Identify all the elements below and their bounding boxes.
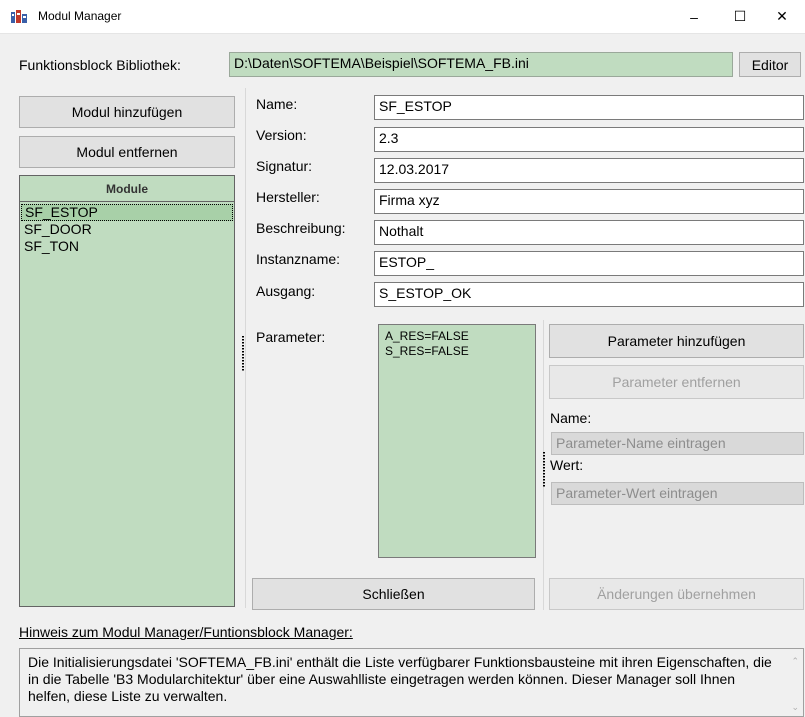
remove-parameter-button[interactable]: Parameter entfernen bbox=[549, 365, 804, 399]
param-name-label: Name: bbox=[550, 410, 592, 426]
signature-field[interactable]: 12.03.2017 bbox=[374, 158, 804, 183]
add-parameter-button[interactable]: Parameter hinzufügen bbox=[549, 324, 804, 358]
window-title: Modul Manager bbox=[38, 9, 122, 23]
param-name-field[interactable]: Parameter-Name eintragen bbox=[551, 432, 804, 455]
module-list-header: Module bbox=[20, 176, 234, 202]
app-icon bbox=[11, 10, 27, 23]
title-bar: Modul Manager – ☐ ✕ bbox=[0, 0, 805, 34]
close-button[interactable]: Schließen bbox=[252, 578, 535, 610]
apply-changes-button[interactable]: Änderungen übernehmen bbox=[549, 578, 804, 610]
module-name-field[interactable]: SF_ESTOP bbox=[374, 95, 804, 120]
description-field[interactable]: Nothalt bbox=[374, 220, 804, 245]
maximize-button[interactable]: ☐ bbox=[717, 0, 763, 33]
parameter-list[interactable]: A_RES=FALSE S_RES=FALSE bbox=[378, 324, 536, 558]
close-window-button[interactable]: ✕ bbox=[759, 0, 805, 33]
scroll-up-icon[interactable]: ⌃ bbox=[791, 653, 799, 670]
add-module-button[interactable]: Modul hinzufügen bbox=[19, 96, 235, 128]
left-splitter-grip[interactable] bbox=[242, 336, 244, 372]
editor-button[interactable]: Editor bbox=[739, 52, 801, 77]
description-label: Beschreibung: bbox=[256, 220, 346, 236]
close-icon: ✕ bbox=[776, 8, 788, 24]
parameter-list-item[interactable]: A_RES=FALSE bbox=[385, 329, 535, 344]
left-splitter[interactable] bbox=[245, 88, 246, 608]
hint-title: Hinweis zum Modul Manager/Funtionsblock … bbox=[19, 624, 353, 640]
library-path-field[interactable]: D:\Daten\SOFTEMA\Beispiel\SOFTEMA_FB.ini bbox=[229, 52, 733, 77]
output-label: Ausgang: bbox=[256, 283, 316, 299]
manufacturer-field[interactable]: Firma xyz bbox=[374, 189, 804, 214]
right-splitter-grip[interactable] bbox=[543, 452, 545, 488]
manufacturer-label: Hersteller: bbox=[256, 189, 320, 205]
param-value-label: Wert: bbox=[550, 457, 584, 473]
version-field[interactable]: 2.3 bbox=[374, 127, 804, 152]
parameter-list-item[interactable]: S_RES=FALSE bbox=[385, 344, 535, 359]
remove-module-button[interactable]: Modul entfernen bbox=[19, 136, 235, 168]
minimize-icon: – bbox=[690, 8, 698, 25]
scroll-down-icon[interactable]: ⌄ bbox=[791, 699, 799, 716]
output-field[interactable]: S_ESTOP_OK bbox=[374, 282, 804, 307]
version-label: Version: bbox=[256, 127, 307, 143]
module-list-item[interactable]: SF_ESTOP bbox=[21, 204, 233, 221]
param-value-field[interactable]: Parameter-Wert eintragen bbox=[551, 482, 804, 505]
hint-text: Die Initialisierungsdatei 'SOFTEMA_FB.in… bbox=[28, 654, 772, 704]
module-list[interactable]: Module SF_ESTOP SF_DOOR SF_TON bbox=[19, 175, 235, 607]
module-list-item[interactable]: SF_DOOR bbox=[20, 221, 234, 238]
signature-label: Signatur: bbox=[256, 158, 313, 174]
library-label: Funktionsblock Bibliothek: bbox=[19, 57, 181, 73]
parameter-label: Parameter: bbox=[256, 329, 326, 345]
instance-name-field[interactable]: ESTOP_ bbox=[374, 251, 804, 276]
minimize-button[interactable]: – bbox=[671, 0, 717, 33]
instance-name-label: Instanzname: bbox=[256, 251, 341, 267]
maximize-icon: ☐ bbox=[733, 8, 747, 24]
module-list-item[interactable]: SF_TON bbox=[20, 238, 234, 255]
name-label: Name: bbox=[256, 96, 298, 112]
hint-textbox[interactable]: Die Initialisierungsdatei 'SOFTEMA_FB.in… bbox=[19, 648, 804, 717]
